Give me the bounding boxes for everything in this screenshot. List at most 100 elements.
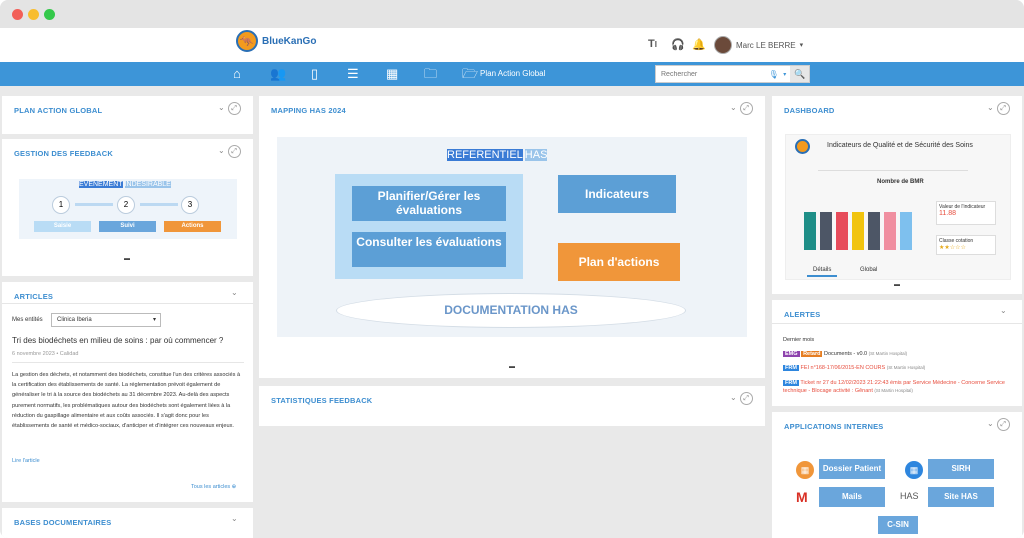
close-window-dot[interactable] [12, 9, 23, 20]
all-articles-link[interactable]: Tous les articles ⊕ [191, 484, 236, 490]
calendar-icon[interactable]: ▦ [386, 66, 398, 82]
top-header [0, 28, 1024, 62]
panel-controls: ⌄ ⤢ [987, 102, 1010, 115]
panel-plan-action-global: PLAN ACTION GLOBAL ⌄ ⤢ [2, 96, 253, 134]
main-navbar: ⌂ 👥 ▯ ☰ ▦ 🗀 🗁 Plan Action Global [0, 62, 1024, 86]
entity-select[interactable]: Clinica Iberia ▾ [51, 313, 161, 327]
chevron-down-icon: ▾ [799, 42, 804, 49]
carousel-dots[interactable]: ▬ [894, 282, 900, 288]
site-has-button[interactable]: Site HAS [928, 487, 994, 507]
panel-title: ARTICLES [14, 292, 54, 301]
indicateurs-button[interactable]: Indicateurs [558, 175, 676, 213]
article-category: Calidad [59, 351, 79, 357]
panel-title: MAPPING HAS 2024 [271, 106, 346, 115]
kpi-card: Valeur de l'indicateur 11.88 [936, 201, 996, 225]
panel-title: DASHBOARD [784, 106, 835, 115]
arrow [75, 203, 113, 206]
sirh-button[interactable]: SIRH [928, 459, 994, 479]
step-label: Saisie [34, 221, 91, 232]
nav-item-plan-action-global[interactable]: Plan Action Global [480, 69, 545, 78]
bar-chart [800, 205, 932, 250]
read-article-link[interactable]: Lire l'article [12, 458, 40, 464]
tab-global[interactable]: Global [854, 265, 883, 275]
chevron-down-icon[interactable]: ⌄ [987, 103, 994, 112]
search-button[interactable]: 🔍 [790, 66, 809, 82]
plan-evaluations-button[interactable]: Planifier/Gérer les évaluations [352, 186, 506, 221]
has-logo: HAS [900, 491, 919, 501]
panel-title: GESTION DES FEEDBACK [14, 149, 114, 158]
panel-gestion-feedback: GESTION DES FEEDBACK ⌄ ⤢ EVENEMENT INDESIR… [2, 139, 253, 276]
minimize-window-dot[interactable] [28, 9, 39, 20]
article-date: 6 novembre 2023 [12, 351, 55, 357]
panel-title: PLAN ACTION GLOBAL [14, 106, 103, 115]
chevron-down-icon[interactable]: ⌄ [730, 103, 737, 112]
entity-select-value: Clinica Iberia [57, 317, 92, 323]
panel-mapping-has: MAPPING HAS 2024 ⌄ ⤢ REFERENTIEL HAS Plani… [259, 96, 765, 378]
csin-app-button[interactable]: C-SIN [878, 516, 918, 534]
chevron-down-icon[interactable]: ⌄ [730, 393, 737, 402]
headset-icon[interactable]: 🎧 [671, 38, 685, 51]
consult-evaluations-button[interactable]: Consulter les évaluations [352, 232, 506, 267]
text-size-icon[interactable]: TI [648, 38, 657, 50]
tab-details[interactable]: Détails [807, 265, 838, 277]
expand-icon[interactable]: ⤢ [996, 418, 1010, 431]
chevron-down-icon[interactable]: ⌄ [218, 103, 225, 112]
chevron-down-icon[interactable]: ⌄ [1000, 306, 1007, 315]
step-circle: 1 [52, 196, 70, 214]
panel-dashboard: DASHBOARD ⌄ ⤢ Indicateurs de Qualité et d… [772, 96, 1022, 294]
carousel-dots[interactable]: ▬ [509, 364, 515, 370]
maximize-window-dot[interactable] [44, 9, 55, 20]
avatar [714, 36, 732, 54]
panel-articles: ARTICLES ⌄ Mes entités Clinica Iberia ▾ … [2, 282, 253, 502]
search-box: 🎙 ▾ 🔍 [655, 65, 810, 83]
dossier-patient-button[interactable]: Dossier Patient [819, 459, 885, 479]
folder-open-icon[interactable]: 🗁 [462, 66, 478, 82]
expand-icon[interactable]: ⤢ [739, 392, 753, 405]
article-headline[interactable]: Tri des biodéchets en milieu de soins : … [12, 336, 223, 345]
banner-part-a: EVENEMENT [79, 181, 123, 188]
dashboard-preview[interactable]: Indicateurs de Qualité et de Sécurité de… [785, 134, 1011, 280]
carousel-dots[interactable]: ▬ [124, 256, 130, 262]
alert-text: FEI n°168-17/06/2015-EN COURS [800, 365, 886, 371]
banner-part-b: INDESIRABLE [124, 181, 171, 188]
mails-button[interactable]: Mails [819, 487, 885, 507]
kangaroo-logo-icon: 🦘 [236, 30, 258, 52]
chevron-down-icon[interactable]: ⌄ [218, 146, 225, 155]
bar [836, 212, 848, 250]
expand-icon[interactable]: ⤢ [227, 145, 241, 158]
alert-text: Documents - v0.0 [824, 351, 868, 357]
alert-period: Dernier mois [783, 337, 815, 343]
expand-icon[interactable]: ⤢ [996, 102, 1010, 115]
chevron-down-icon[interactable]: ⌄ [987, 419, 994, 428]
list-icon[interactable]: ☰ [347, 66, 359, 82]
alert-item[interactable]: FRM Ticket nr 27 du 12/02/2023 21:22:43 … [783, 379, 1013, 395]
documentation-has-button[interactable]: DOCUMENTATION HAS [336, 293, 686, 328]
microphone-icon[interactable]: 🎙 [768, 70, 779, 79]
app-logo[interactable]: 🦘 BlueKanGo [236, 30, 316, 52]
feedback-diagram[interactable]: EVENEMENT INDESIRABLE 1 2 3 Saisie Suivi … [19, 179, 237, 239]
alert-item[interactable]: EMG Retard Documents - v0.0 (St Martin H… [783, 351, 1013, 357]
search-input[interactable] [656, 70, 769, 78]
panel-controls: ⌄ ⤢ [218, 102, 241, 115]
dashboard-filters [818, 157, 968, 171]
alert-type-badge: EMG [783, 351, 800, 357]
bar [884, 212, 896, 250]
users-icon[interactable]: 👥 [270, 66, 286, 82]
expand-icon[interactable]: ⤢ [227, 102, 241, 115]
alert-item[interactable]: FRM FEI n°168-17/06/2015-EN COURS (St Ma… [783, 365, 1013, 371]
plan-actions-button[interactable]: Plan d'actions [558, 243, 680, 281]
bell-icon[interactable]: 🔔 [692, 38, 706, 51]
panel-controls: ⌄ ⤢ [730, 102, 753, 115]
chevron-down-icon[interactable]: ⌄ [231, 288, 238, 297]
expand-icon[interactable]: ⤢ [739, 102, 753, 115]
user-menu[interactable]: Marc LE BERRE ▾ [714, 36, 803, 54]
chevron-down-icon[interactable]: ▾ [779, 71, 790, 78]
bar [820, 212, 832, 250]
alert-type-badge: FRM [783, 380, 799, 386]
chevron-down-icon[interactable]: ⌄ [231, 514, 238, 523]
home-icon[interactable]: ⌂ [233, 66, 241, 82]
folder-icon[interactable]: 🗀 [424, 66, 437, 82]
alert-status-badge: Retard [801, 351, 823, 357]
panel-applications-internes: APPLICATIONS INTERNES ⌄ ⤢ ▦ Dossier Patie… [772, 412, 1022, 538]
tablet-icon[interactable]: ▯ [311, 66, 318, 82]
